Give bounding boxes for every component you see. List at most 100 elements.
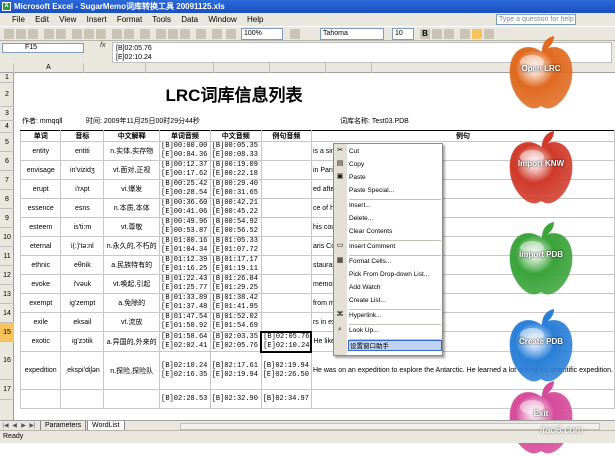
chart-icon[interactable] xyxy=(196,29,206,39)
context-menu-item[interactable]: Cut xyxy=(348,146,442,157)
table-cell[interactable]: ethnic xyxy=(19,255,62,275)
sidebar-button-open-lrc[interactable]: Open LRC xyxy=(506,34,576,110)
context-menu-item[interactable]: Add Watch xyxy=(348,282,442,293)
table-cell[interactable] xyxy=(260,217,312,237)
italic-icon[interactable] xyxy=(432,29,442,39)
row-header-13[interactable]: 13 xyxy=(0,285,14,304)
table-cell[interactable]: [B]01:05.33 [E]01:07.72 xyxy=(209,236,262,256)
select-all-corner[interactable] xyxy=(0,63,14,73)
context-menu-item[interactable]: Insert Comment xyxy=(348,241,442,252)
row-header-7[interactable]: 7 xyxy=(0,171,14,190)
table-cell[interactable] xyxy=(260,179,312,199)
row-header-4[interactable]: 4 xyxy=(0,121,14,133)
column-header-cell[interactable]: 中文音频 xyxy=(209,130,262,142)
column-b-header[interactable] xyxy=(84,63,146,73)
table-cell[interactable]: [B]01:33.89 [E]01:37.48 xyxy=(159,293,211,313)
table-cell[interactable]: vt.流放 xyxy=(103,312,161,332)
hyperlink-icon[interactable] xyxy=(140,29,150,39)
column-header-cell[interactable]: 单词音频 xyxy=(159,130,211,142)
table-cell[interactable] xyxy=(260,198,312,218)
save-icon[interactable] xyxy=(28,29,38,39)
table-cell[interactable]: evoke xyxy=(19,274,62,294)
table-cell[interactable]: exile xyxy=(19,312,62,332)
column-f-header[interactable] xyxy=(326,63,372,73)
new-icon[interactable] xyxy=(4,29,14,39)
column-header-cell[interactable]: 音标 xyxy=(60,130,105,142)
menu-insert[interactable]: Insert xyxy=(87,15,107,24)
column-header-cell[interactable]: 单词 xyxy=(19,130,62,142)
table-cell[interactable]: eθnik xyxy=(60,255,105,275)
context-menu-item[interactable]: Format Cells... xyxy=(348,256,442,267)
table-cell[interactable]: [B]01:22.43 [E]01:25.77 xyxy=(159,274,211,294)
paste-icon[interactable] xyxy=(96,29,106,39)
table-cell[interactable] xyxy=(260,255,312,275)
table-cell[interactable]: [B]01:12.39 [E]01:16.25 xyxy=(159,255,211,275)
row-header-9[interactable]: 9 xyxy=(0,209,14,228)
table-cell[interactable]: [B]02:17.61 [E]02:19.94 xyxy=(209,351,262,390)
table-cell[interactable]: [B]00:49.96 [E]00:53.87 xyxy=(159,217,211,237)
row-header-8[interactable]: 8 xyxy=(0,190,14,209)
table-cell[interactable]: ig'zɔtik xyxy=(60,331,105,352)
table-cell[interactable] xyxy=(260,160,312,180)
row-header-3[interactable]: 3 xyxy=(0,107,14,121)
name-box[interactable]: F15 xyxy=(2,43,84,53)
table-cell[interactable]: a.免除的 xyxy=(103,293,161,313)
table-cell[interactable]: [B]01:17.17 [E]01:19.11 xyxy=(209,255,262,275)
column-g-header[interactable] xyxy=(372,63,512,73)
row-header-2[interactable]: 2 xyxy=(0,83,14,107)
context-menu-item[interactable]: Clear Contents xyxy=(348,226,442,237)
context-menu-item[interactable]: Insert... xyxy=(348,200,442,211)
context-menu-item[interactable]: Create List... xyxy=(348,295,442,306)
table-cell[interactable] xyxy=(260,312,312,332)
prev-sheet-icon[interactable]: ◀ xyxy=(11,422,18,430)
table-cell[interactable]: [B]00:05.35 [E]00:08.33 xyxy=(209,141,262,161)
print-icon[interactable] xyxy=(44,29,54,39)
table-cell[interactable]: [B]02:19.94 [E]02:26.50 xyxy=(260,351,312,390)
table-cell[interactable]: eksail xyxy=(60,312,105,332)
table-cell[interactable]: in'vizidʒ xyxy=(60,160,105,180)
table-cell[interactable]: [B]00:42.21 [E]00:45.22 xyxy=(209,198,262,218)
table-cell[interactable]: esteem xyxy=(19,217,62,237)
table-cell[interactable] xyxy=(19,389,62,409)
align-left-icon[interactable] xyxy=(460,29,470,39)
table-cell[interactable]: ig'zempt xyxy=(60,293,105,313)
cut-icon[interactable] xyxy=(72,29,82,39)
menu-data[interactable]: Data xyxy=(181,15,198,24)
horizontal-scrollbar[interactable] xyxy=(180,423,600,430)
table-cell[interactable]: entiti xyxy=(60,141,105,161)
table-cell[interactable]: [B]02:10.24 [E]02:16.35 xyxy=(159,351,211,390)
context-menu-item[interactable]: Delete... xyxy=(348,213,442,224)
context-menu-item[interactable]: Paste Special... xyxy=(348,185,442,196)
fx-icon[interactable]: fx xyxy=(100,42,105,49)
table-cell[interactable] xyxy=(260,236,312,256)
row-header-16[interactable]: 16 xyxy=(0,342,14,380)
table-cell[interactable]: vt.面对,正视 xyxy=(103,160,161,180)
last-sheet-icon[interactable]: ▶| xyxy=(29,422,36,430)
font-size-select[interactable]: 10 xyxy=(392,28,414,40)
table-cell[interactable]: [B]00:12.37 [E]00:17.62 xyxy=(159,160,211,180)
table-cell[interactable] xyxy=(260,293,312,313)
open-icon[interactable] xyxy=(16,29,26,39)
autosum-icon[interactable] xyxy=(156,29,166,39)
menu-window[interactable]: Window xyxy=(208,15,236,24)
sidebar-button-import-pdb[interactable]: Import PDB xyxy=(506,220,576,296)
menu-view[interactable]: View xyxy=(59,15,76,24)
table-cell[interactable]: [B]00:00.00 [E]00:04.36 xyxy=(159,141,211,161)
table-cell[interactable]: entity xyxy=(19,141,62,161)
table-cell[interactable]: [B]01:26.84 [E]01:29.25 xyxy=(209,274,262,294)
table-cell[interactable]: [B]00:25.42 [E]00:28.54 xyxy=(159,179,211,199)
menu-file[interactable]: File xyxy=(12,15,25,24)
sidebar-button-create-pdb[interactable]: Create PDB xyxy=(506,307,576,383)
table-cell[interactable]: i'vəuk xyxy=(60,274,105,294)
sidebar-button-exit[interactable]: Exit xyxy=(506,379,576,455)
column-d-header[interactable] xyxy=(214,63,270,73)
table-cell[interactable]: exotic xyxy=(19,331,62,352)
table-cell[interactable]: ˌekspi'diʃən xyxy=(60,351,105,390)
table-cell[interactable]: [B]00:54.92 [E]00:56.52 xyxy=(209,217,262,237)
table-cell[interactable]: vt.尊敬 xyxy=(103,217,161,237)
table-cell[interactable]: [B]01:52.02 [E]01:54.69 xyxy=(209,312,262,332)
context-menu-item[interactable]: 设置窗口助手 xyxy=(348,340,442,351)
column-c-header[interactable] xyxy=(146,63,214,73)
context-menu-item[interactable]: Hyperlink... xyxy=(348,310,442,321)
copy-icon[interactable] xyxy=(84,29,94,39)
